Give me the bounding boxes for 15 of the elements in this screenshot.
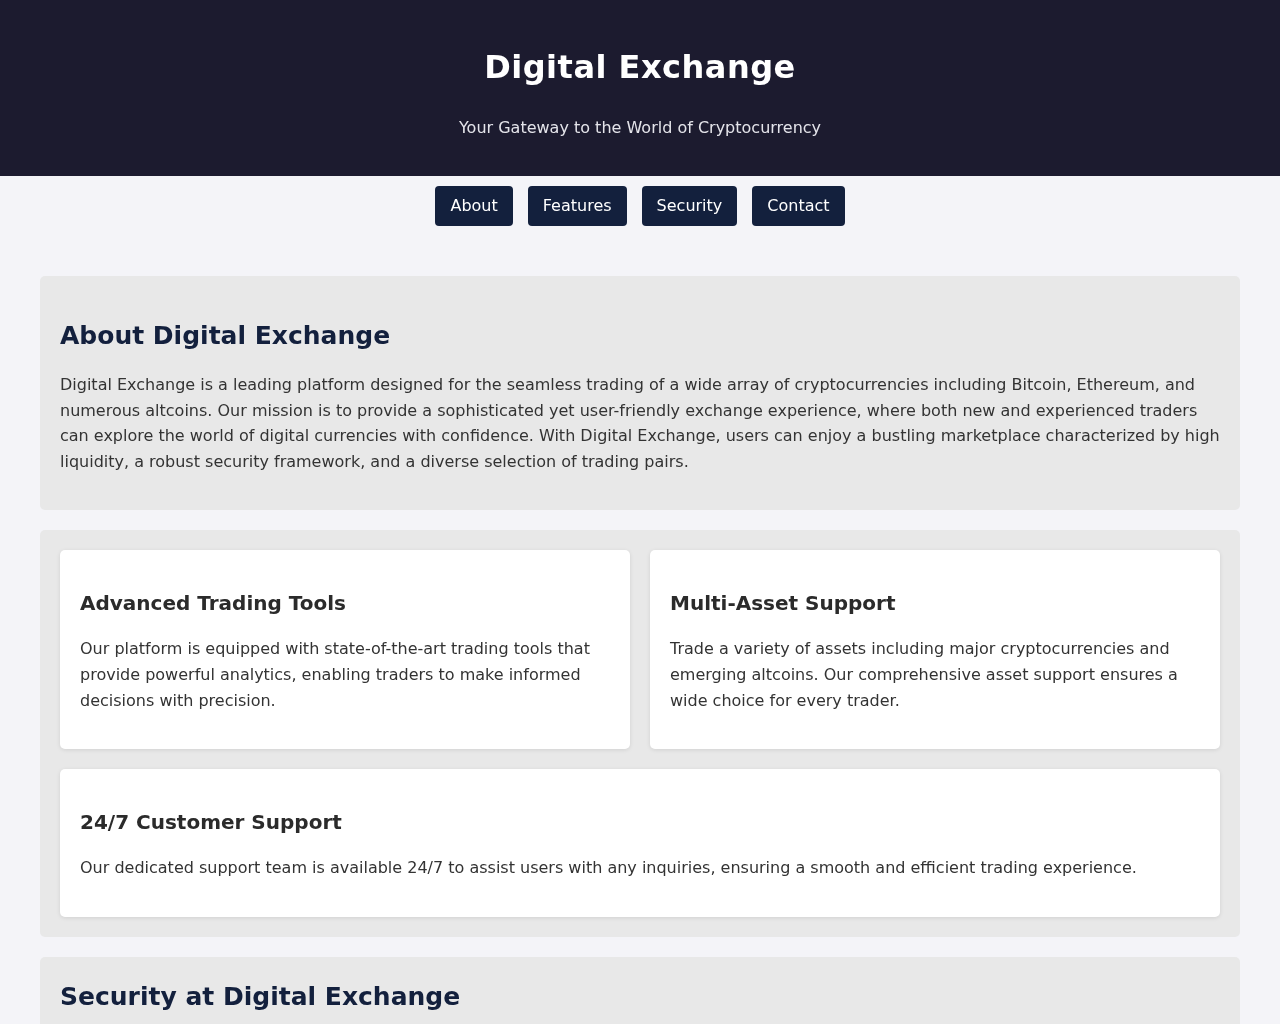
about-paragraph: Digital Exchange is a leading platform designed for the seamless trading of a wide array of cryptocurrencies including Bitcoin, Ethereum, and numerous altcoins. Our mission is to provide a sophisticated yet user-friendly exchange experience, where both new and experienced traders can explore the world of digital currencies with confidence. With Digital Exchange, users can enjoy a bustling marketplace characterized by high liquidity, a robust security framework, and a diverse selection of trading pairs. xyxy=(60,374,1220,473)
section-heading: Security at Digital Exchange xyxy=(60,980,462,1013)
site-title: Digital Exchange xyxy=(484,47,796,88)
feature-description: Trade a variety of assets including major cryptocurrencies and emerging altcoins. Our comprehensive asset support ensures a wide choice for every trader. xyxy=(670,638,1179,712)
nav-button[interactable]: Features xyxy=(527,186,627,226)
feature-description: Our dedicated support team is available 24/7 to assist users with any inquiries, ensuring a smooth and efficient trading experience. xyxy=(80,857,1138,880)
feature-title: 24/7 Customer Support xyxy=(80,809,343,836)
section-heading: About Digital Exchange xyxy=(60,320,392,352)
site-subtitle: Your Gateway to the World of Cryptocurrency xyxy=(458,117,822,139)
nav-button[interactable]: About xyxy=(435,186,513,226)
feature-title: Multi-Asset Support xyxy=(670,590,897,617)
feature-description: Our platform is equipped with state-of-the-art trading tools that provide powerful analytics, enabling traders to make informed decisions with precision. xyxy=(80,638,591,712)
nav-button[interactable]: Security xyxy=(641,186,738,226)
nav-button[interactable]: Contact xyxy=(752,186,845,226)
feature-title: Advanced Trading Tools xyxy=(80,590,347,617)
